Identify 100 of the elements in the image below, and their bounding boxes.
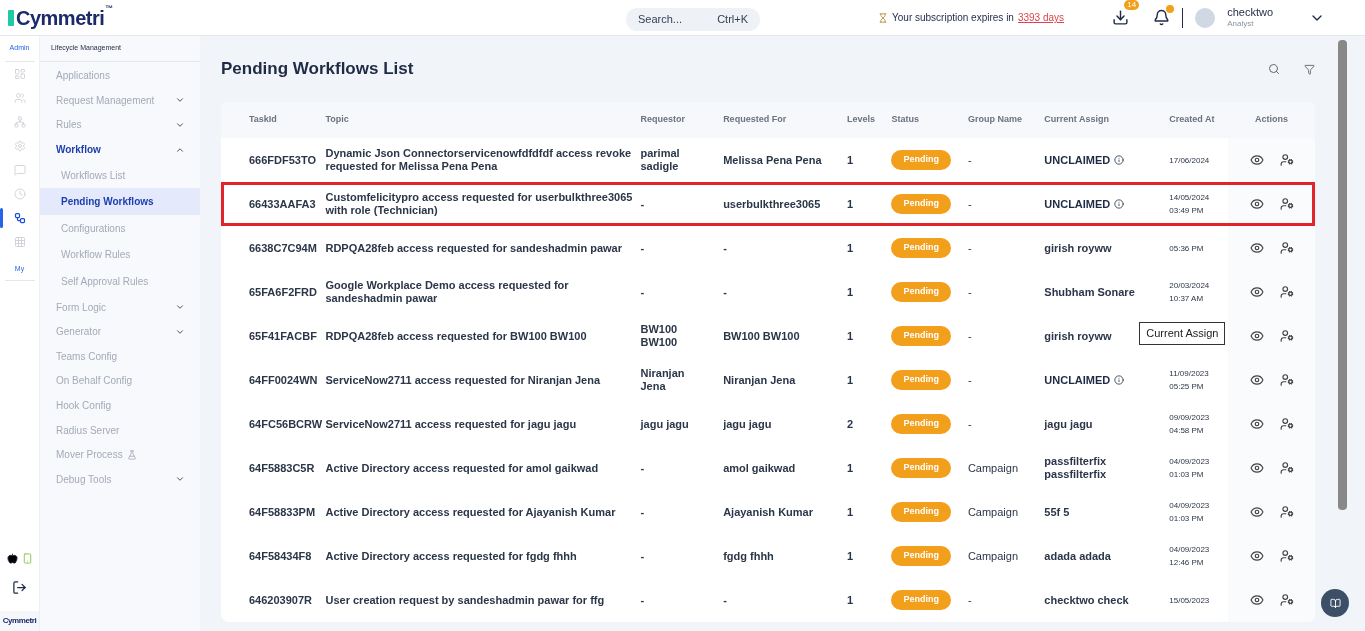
assign-user-icon[interactable] <box>1279 417 1294 431</box>
bell-icon[interactable] <box>1153 9 1171 26</box>
task-id: 64F58833PM <box>249 505 316 518</box>
sidebar-item[interactable]: Mover Process <box>40 442 200 467</box>
sidebar-item[interactable]: Hook Config <box>40 393 200 418</box>
status-badge: Pending <box>891 546 951 566</box>
view-icon[interactable] <box>1249 461 1264 475</box>
assign-user-icon[interactable] <box>1279 373 1294 387</box>
filter-icon[interactable] <box>1304 63 1315 75</box>
requested-for-text: BW100 BW100 <box>723 329 800 342</box>
sidebar-item[interactable]: Generator <box>40 319 200 345</box>
active-indicator <box>0 207 3 228</box>
group-text: - <box>967 241 972 254</box>
created-at-text: 12:46 PM <box>1169 557 1205 569</box>
sidebar-subitem[interactable]: Workflow Rules <box>40 241 200 269</box>
created-at-text: 20/03/2024 <box>1169 280 1211 292</box>
requestor-text: - <box>640 241 646 255</box>
assign-user-icon[interactable] <box>1279 153 1294 167</box>
assign-user-icon[interactable] <box>1279 285 1294 299</box>
view-icon[interactable] <box>1249 593 1264 607</box>
requestor-text: - <box>640 505 646 519</box>
workflow-icon[interactable] <box>13 211 26 224</box>
logo-mark-icon <box>8 9 14 26</box>
levels-text: 1 <box>847 373 854 386</box>
info-icon[interactable] <box>1114 155 1125 165</box>
column-header: Requested For <box>723 102 848 138</box>
view-icon[interactable] <box>1249 373 1264 387</box>
task-id: 64F5883C5R <box>249 461 315 474</box>
created-at-text: 09/09/2023 <box>1169 412 1211 424</box>
sidebar-item[interactable]: Workflow <box>40 137 200 162</box>
assign-user-icon[interactable] <box>1279 593 1294 607</box>
status-badge: Pending <box>891 194 951 214</box>
levels-text: 2 <box>847 417 854 430</box>
task-id: 66433AAFA3 <box>249 197 316 210</box>
days-link[interactable]: 3393 days <box>1017 10 1065 25</box>
status-badge: Pending <box>891 590 951 610</box>
status-badge: Pending <box>891 282 951 302</box>
subscription-text: Your subscription expires in <box>892 11 1014 25</box>
help-button[interactable] <box>1321 589 1349 617</box>
column-header: Requestor <box>640 102 724 138</box>
view-icon[interactable] <box>1249 197 1264 211</box>
assign-user-icon[interactable] <box>1279 197 1294 211</box>
status-badge: Pending <box>891 150 951 170</box>
sidebar-subitem[interactable]: Pending Workflows <box>40 188 200 216</box>
requested-for-text: - <box>723 285 727 298</box>
view-icon[interactable] <box>1249 153 1264 167</box>
assign-user-icon[interactable] <box>1279 461 1294 475</box>
assignee-text: adada adada <box>1044 549 1111 563</box>
created-at-text: 05:25 PM <box>1169 381 1205 393</box>
sidebar-item[interactable]: On Behalf Config <box>40 368 200 394</box>
sidebar-item[interactable]: Request Management <box>40 88 200 113</box>
info-icon[interactable] <box>1114 199 1125 209</box>
sidebar-subitem[interactable]: Self Approval Rules <box>40 268 200 295</box>
requested-for-text: userbulkthree3065 <box>723 197 821 210</box>
sidebar-subitem[interactable]: Configurations <box>40 215 200 242</box>
search-icon[interactable] <box>1268 63 1280 75</box>
task-id: 646203907R <box>249 593 312 606</box>
logout-icon[interactable] <box>12 580 27 595</box>
sidebar-item[interactable]: Radius Server <box>40 417 200 443</box>
column-header: Created At <box>1169 102 1229 138</box>
requestor-text: - <box>640 549 646 563</box>
group-text: - <box>967 417 972 430</box>
sidebar-item[interactable]: Debug Tools <box>40 467 200 492</box>
hourglass-icon <box>878 12 888 23</box>
column-header: Topic <box>325 102 641 138</box>
download-icon[interactable] <box>1112 9 1130 26</box>
sidebar-item[interactable]: Form Logic <box>40 294 200 320</box>
requestor-text: - <box>640 593 646 607</box>
status-badge: Pending <box>891 414 951 434</box>
created-at-text: 17/06/2024 <box>1169 154 1211 167</box>
sidebar-item[interactable]: Applications <box>40 63 200 89</box>
requested-for-text: amol gaikwad <box>723 461 796 474</box>
status-badge: Pending <box>891 370 951 390</box>
assign-user-icon[interactable] <box>1279 549 1294 563</box>
tooltip: Current Assign <box>1139 322 1226 345</box>
created-at-text: 04/09/2023 <box>1169 500 1211 512</box>
view-icon[interactable] <box>1249 549 1264 563</box>
shortcut-hint: Ctrl+K <box>717 12 748 27</box>
column-header: TaskId <box>221 102 326 138</box>
created-at-text: 10:37 AM <box>1169 293 1205 305</box>
assign-user-icon[interactable] <box>1279 505 1294 519</box>
view-icon[interactable] <box>1249 417 1264 431</box>
sidebar-item[interactable]: Rules <box>40 112 200 138</box>
requested-for-text: - <box>723 241 727 254</box>
requestor-text: - <box>640 285 646 299</box>
assignee-text: UNCLAIMED <box>1044 197 1111 211</box>
sidebar-item[interactable]: Teams Config <box>40 344 200 369</box>
info-icon[interactable] <box>1114 375 1125 385</box>
assign-user-icon[interactable] <box>1279 241 1294 255</box>
topic-text: ServiceNow2711 access requested for jagu jagu <box>325 417 578 431</box>
sidebar-subitem[interactable]: Workflows List <box>40 161 200 189</box>
created-at-text: 01:03 PM <box>1169 469 1205 481</box>
assign-user-icon[interactable] <box>1279 329 1294 343</box>
view-icon[interactable] <box>1249 285 1264 299</box>
apple-icon[interactable] <box>6 553 18 564</box>
view-icon[interactable] <box>1249 505 1264 519</box>
assignee-text: girish royww <box>1044 329 1112 343</box>
requestor-text: - <box>640 461 646 475</box>
view-icon[interactable] <box>1249 329 1264 343</box>
view-icon[interactable] <box>1249 241 1264 255</box>
